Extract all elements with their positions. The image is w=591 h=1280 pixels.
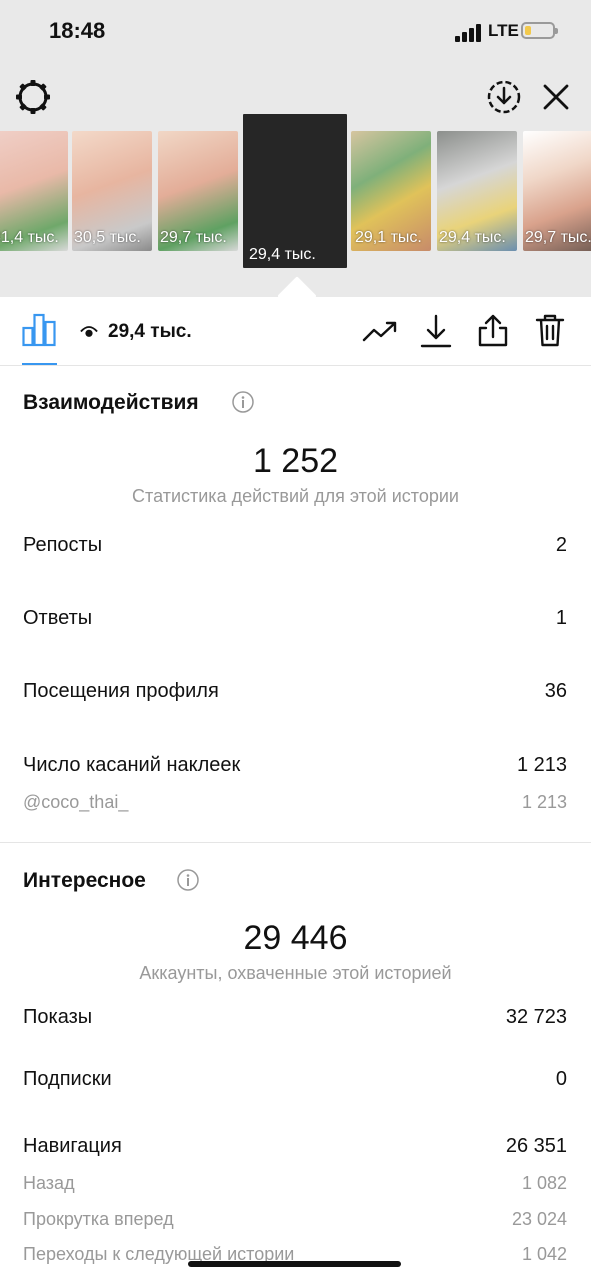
stat-subvalue: 1 082: [521, 1173, 567, 1193]
stat-label: Посещения профиля: [23, 680, 219, 702]
story-views: 29,7 тыс.: [160, 229, 227, 246]
stat-value: 0: [555, 1068, 567, 1090]
story-thumbnail[interactable]: 29,4 тыс.: [437, 131, 517, 251]
stat-label: Навигация: [23, 1135, 122, 1157]
story-thumbnail-selected[interactable]: 29,4 тыс.: [243, 114, 347, 268]
battery-icon: [521, 22, 558, 39]
stat-label: Показы: [23, 1006, 93, 1028]
trend-icon[interactable]: [362, 319, 398, 343]
story-thumbnail[interactable]: 29,7 тыс.: [158, 131, 238, 251]
story-thumbnail[interactable]: 29,1 тыс.: [351, 131, 431, 251]
story-thumbnail[interactable]: 29,7 тыс.: [523, 131, 591, 251]
stat-label: Ответы: [23, 607, 93, 629]
reach-total: 29 446: [243, 919, 348, 957]
stat-value: 2: [555, 534, 567, 556]
story-thumbnail[interactable]: 31,4 тыс.: [0, 131, 68, 251]
network-label: LTE: [488, 21, 519, 40]
story-views: 30,5 тыс.: [74, 229, 141, 246]
stat-label: Число касаний наклеек: [23, 754, 241, 776]
home-indicator[interactable]: [188, 1261, 401, 1267]
stat-subvalue: 1 042: [521, 1244, 567, 1264]
stat-value: 36: [544, 680, 567, 702]
sticker-taps-value: 1 213: [521, 792, 567, 812]
story-views: 31,4 тыс.: [0, 229, 59, 246]
trash-icon[interactable]: [535, 313, 565, 347]
download-icon[interactable]: [420, 314, 452, 348]
story-views: 29,4 тыс.: [249, 246, 316, 263]
stat-value: 32 723: [505, 1006, 567, 1028]
download-circle-icon[interactable]: [486, 79, 522, 115]
story-views: 29,1 тыс.: [355, 229, 422, 246]
stat-sublabel: Прокрутка вперед: [23, 1209, 174, 1229]
stat-subvalue: 23 024: [511, 1209, 567, 1229]
section-title: Взаимодействия: [23, 391, 199, 414]
eye-icon: [80, 326, 98, 337]
stat-label: Подписки: [23, 1068, 112, 1090]
status-time: 18:48: [49, 18, 106, 43]
stat-sublabel: Назад: [23, 1173, 75, 1193]
share-icon[interactable]: [477, 313, 509, 347]
story-header: 18:48 LTE 31,4 тыс.: [0, 0, 591, 297]
stat-value: 26 351: [505, 1135, 567, 1157]
divider: [0, 842, 591, 843]
sticker-handle[interactable]: @coco_thai_: [23, 792, 128, 813]
section-title: Интересное: [23, 869, 146, 892]
status-bar: 18:48 LTE: [0, 0, 591, 64]
interactions-subtitle: Статистика действий для этой истории: [132, 486, 459, 506]
stat-label: Репосты: [23, 534, 103, 556]
info-icon[interactable]: [232, 391, 254, 413]
stat-value: 1 213: [516, 754, 567, 776]
views-count: 29,4 тыс.: [108, 321, 192, 342]
story-thumbnail[interactable]: 30,5 тыс.: [72, 131, 152, 251]
interactions-total: 1 252: [252, 442, 339, 480]
reach-subtitle: Аккаунты, охваченные этой историей: [139, 963, 452, 983]
info-icon[interactable]: [177, 869, 199, 891]
divider: [0, 365, 591, 366]
insights-toolbar: 29,4 тыс.: [0, 297, 591, 365]
signal-icon: [455, 24, 483, 42]
settings-icon[interactable]: [14, 78, 52, 116]
stat-value: 1: [555, 607, 567, 629]
story-views: 29,7 тыс.: [525, 229, 591, 246]
close-icon[interactable]: [540, 81, 572, 113]
bar-chart-icon[interactable]: [22, 313, 56, 347]
story-views: 29,4 тыс.: [439, 229, 506, 246]
